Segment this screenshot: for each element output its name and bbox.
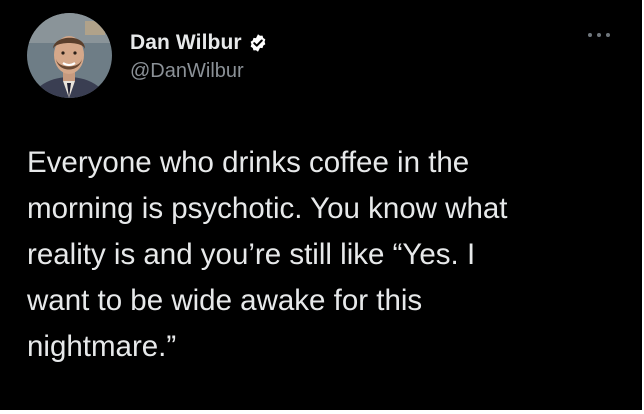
tweet-text: Everyone who drinks coffee in the mornin… <box>27 146 508 363</box>
avatar[interactable] <box>27 13 112 98</box>
profile-photo-image <box>27 13 112 98</box>
more-options-icon <box>588 33 610 37</box>
name-row: Dan Wilbur <box>130 30 268 56</box>
verified-badge-icon <box>248 33 268 53</box>
more-options-button[interactable] <box>584 28 614 42</box>
tweet-card: Dan Wilbur @DanWilbur Everyone who drink… <box>0 0 642 410</box>
display-name[interactable]: Dan Wilbur <box>130 31 242 55</box>
author-info: Dan Wilbur @DanWilbur <box>130 30 268 83</box>
handle[interactable]: @DanWilbur <box>130 60 268 83</box>
